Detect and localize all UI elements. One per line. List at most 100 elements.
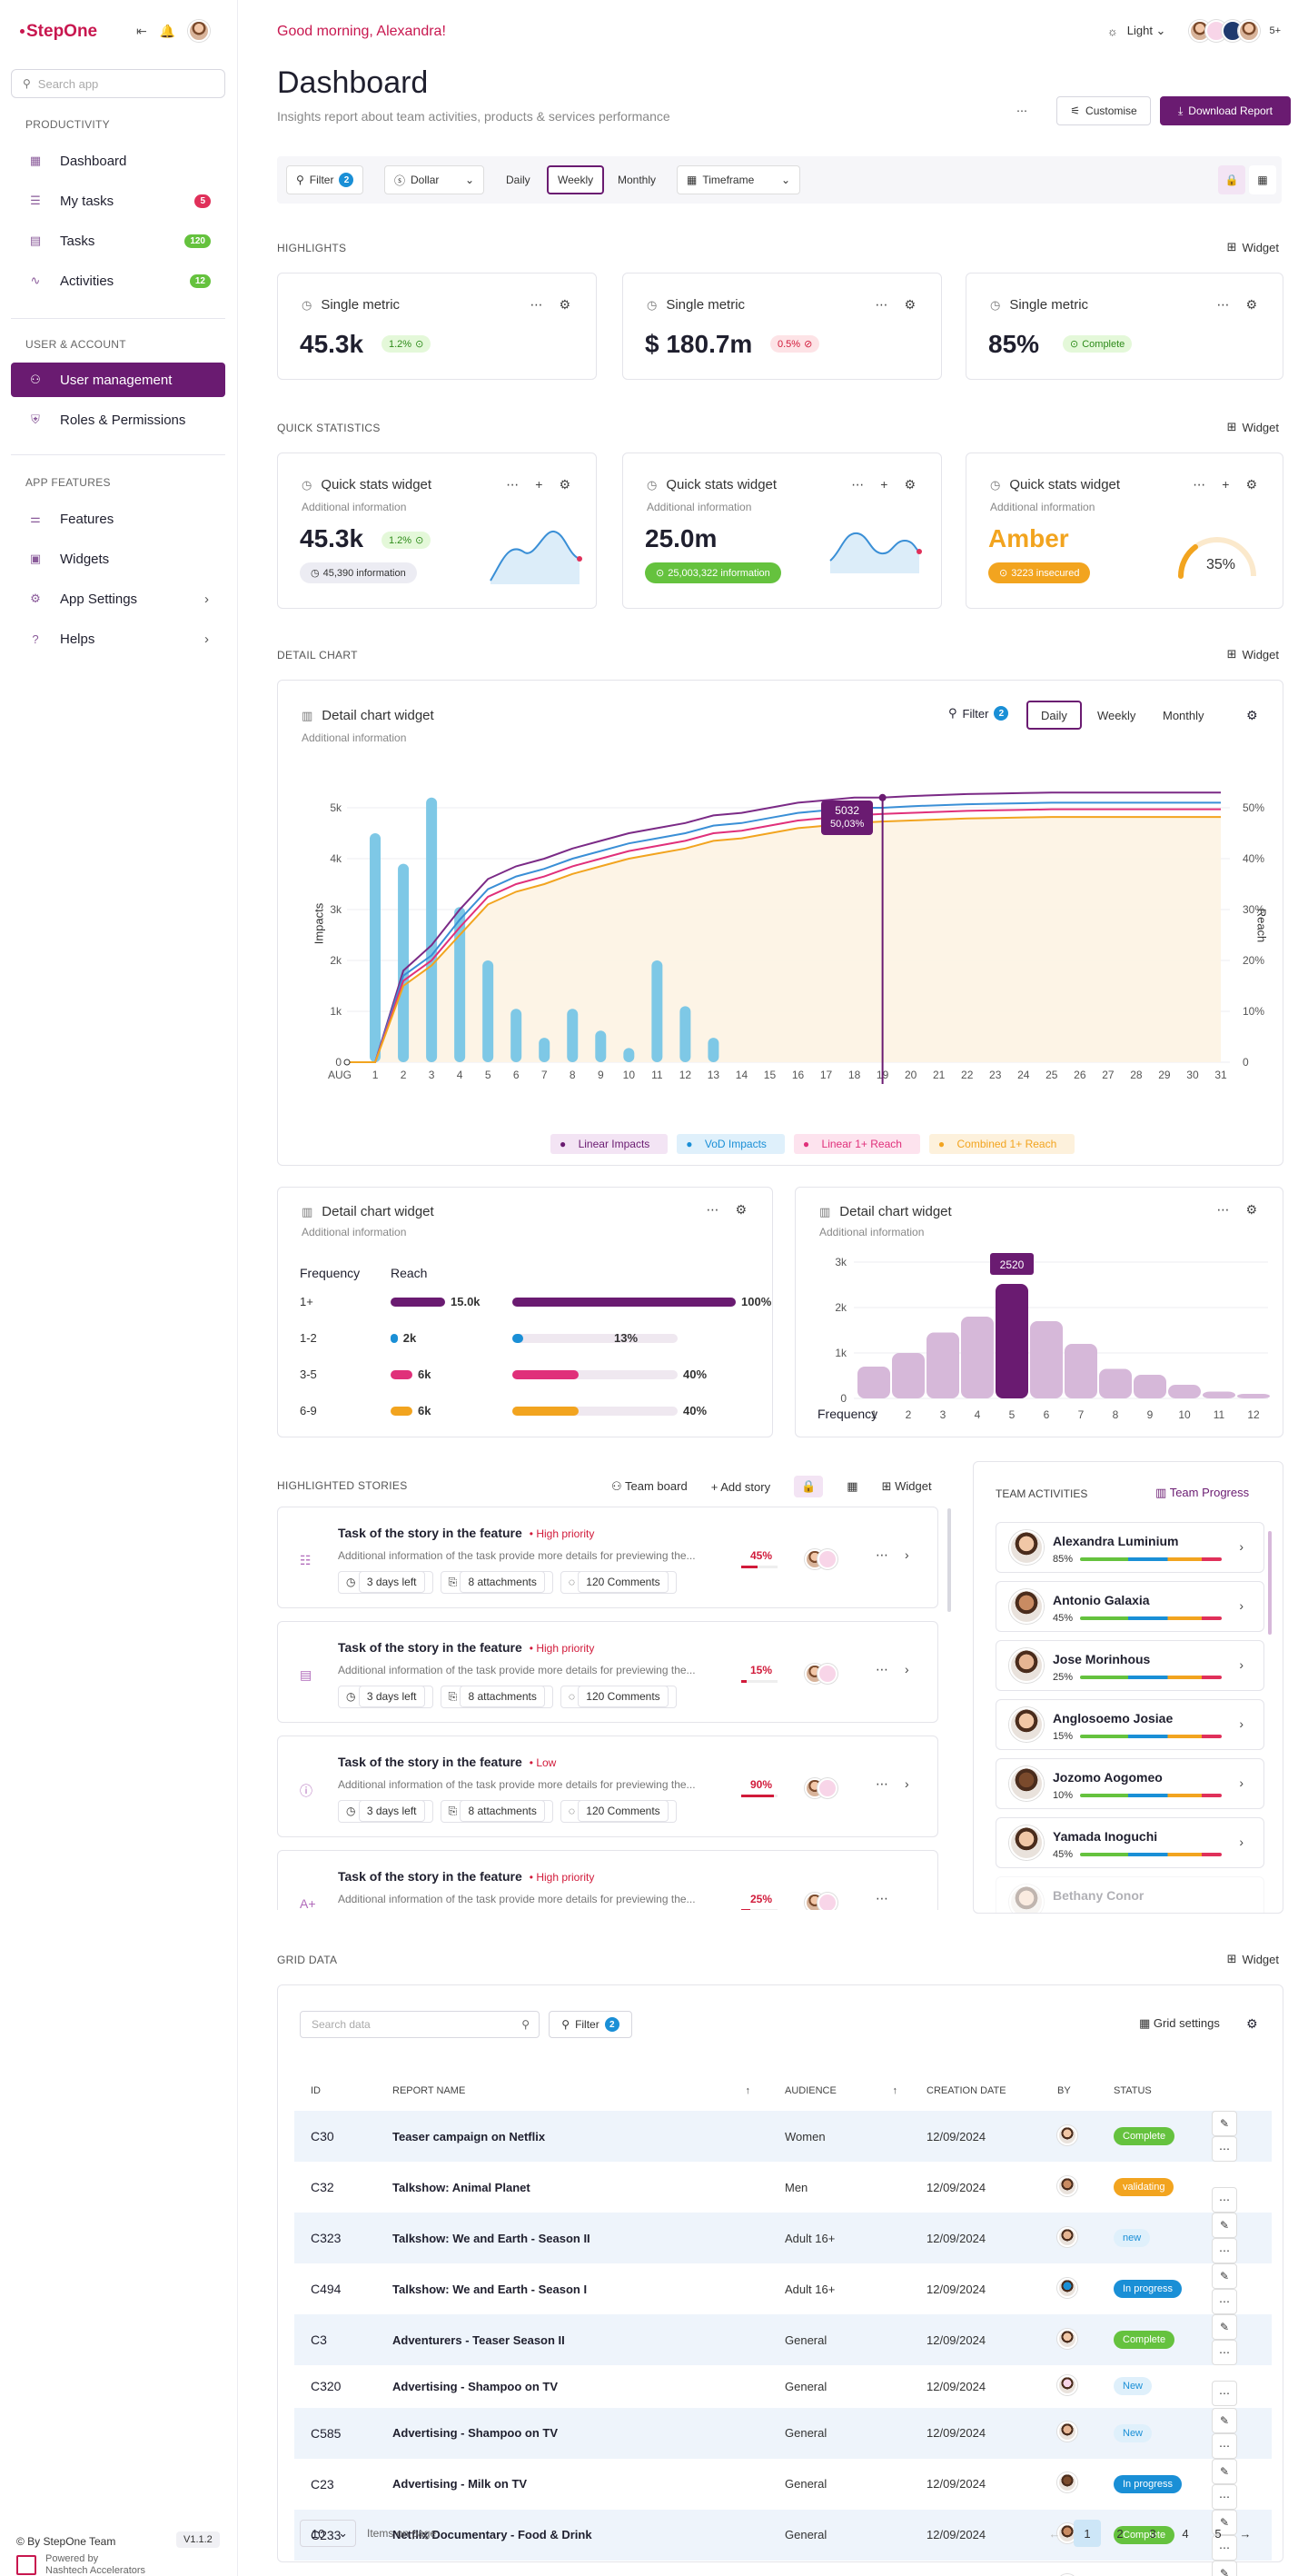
add-widget-link[interactable]: ⊞ Widget [1227, 420, 1279, 434]
story-avatars[interactable] [805, 1778, 837, 1801]
chevron-right-icon[interactable]: › [1239, 1835, 1244, 1849]
grid-settings-button[interactable]: ▦ Grid settings [1139, 2016, 1220, 2031]
table-row[interactable]: C30 Teaser campaign on Netflix Women 12/09/… [294, 2111, 1272, 2162]
legend-item[interactable]: ● Combined 1+ Reach [928, 1134, 1075, 1154]
gear-icon[interactable]: ⚙ [1245, 297, 1257, 313]
table-row[interactable]: C320 Advertising - Shampoo on TV General 12… [294, 2365, 1272, 2408]
more-button[interactable]: ⋯ [1212, 2289, 1237, 2314]
team-member-card[interactable]: Anglosoemo Josiae 15% › [996, 1699, 1264, 1750]
avatar[interactable] [1057, 2226, 1077, 2247]
sort-icon[interactable]: ↑ [893, 2085, 898, 2096]
chevron-right-icon[interactable]: › [905, 1662, 909, 1676]
add-widget-link[interactable]: ⊞ Widget [1227, 1952, 1279, 1966]
edit-button[interactable]: ✎ [1212, 2263, 1237, 2289]
comments[interactable]: ◌ 120 Comments [560, 1686, 677, 1708]
more-icon[interactable]: ⋯ [506, 477, 519, 492]
gear-icon[interactable]: ⚙ [559, 297, 570, 313]
period-daily[interactable]: Daily [497, 165, 540, 194]
sort-icon[interactable]: ↑ [746, 2085, 751, 2096]
more-icon[interactable]: ⋯ [530, 297, 542, 313]
lock-view-button[interactable]: 🔒 [794, 1476, 824, 1497]
add-widget-link[interactable]: ⊞ Widget [882, 1479, 932, 1494]
table-row[interactable]: C585 Advertising - Shampoo on TV General 12… [294, 2407, 1272, 2459]
gear-icon[interactable]: ⚙ [904, 297, 916, 313]
page-button-1[interactable]: 1 [1074, 2520, 1101, 2547]
more-button[interactable]: ⋯ [1009, 98, 1035, 124]
avatar[interactable] [1057, 2374, 1077, 2395]
grid-search-input[interactable]: Search data ⚲ [300, 2011, 540, 2038]
more-icon[interactable]: ⋯ [1216, 297, 1229, 313]
chevron-right-icon[interactable]: › [1239, 1716, 1244, 1731]
sidebar-item-my-tasks[interactable]: ☰ My tasks 5 [11, 184, 225, 218]
plus-icon[interactable]: + [1222, 477, 1229, 492]
grid-filter-button[interactable]: ⚲ Filter 2 [549, 2011, 632, 2038]
avatar[interactable] [1057, 2124, 1077, 2145]
edit-button[interactable]: ✎ [1212, 2560, 1237, 2576]
more-icon[interactable]: ⋯ [876, 1547, 888, 1563]
sidebar-search-input[interactable]: ⚲ Search app [11, 69, 225, 98]
gear-icon[interactable]: ⚙ [559, 477, 570, 492]
more-icon[interactable]: ⋯ [876, 1891, 888, 1906]
period-monthly[interactable]: Monthly [609, 165, 665, 194]
avatar-more-count[interactable]: 5+ [1269, 25, 1281, 36]
more-icon[interactable]: ⋯ [876, 1776, 888, 1792]
avatar[interactable] [1057, 2277, 1077, 2298]
story-card[interactable]: ▤ Task of the story in the feature • High… [277, 1621, 938, 1723]
more-button[interactable]: ⋯ [1212, 2340, 1237, 2365]
column-header-report-name[interactable]: REPORT NAME ↑ [376, 2071, 768, 2111]
user-avatar[interactable] [188, 20, 211, 42]
story-card[interactable]: A+ Task of the story in the feature • Hig… [277, 1850, 938, 1910]
more-button[interactable]: ⋯ [1212, 2432, 1237, 2459]
sidebar-item-app-settings[interactable]: ⚙ App Settings › [11, 582, 225, 616]
team-progress-link[interactable]: ▥ Team Progress [1155, 1486, 1249, 1500]
period-weekly[interactable]: Weekly [547, 165, 605, 194]
sidebar-item-tasks[interactable]: ▤ Tasks 120 [11, 224, 225, 258]
page-button-2[interactable]: 2 [1106, 2520, 1134, 2547]
edit-button[interactable]: ✎ [1212, 2111, 1237, 2136]
grid-view-button[interactable]: ▦ [1249, 165, 1276, 194]
team-member-card[interactable]: Yamada Inoguchi 45% › [996, 1817, 1264, 1868]
avatar[interactable] [1057, 2175, 1077, 2196]
attachments[interactable]: ⎘ 8 attachments [440, 1571, 553, 1594]
team-member-card[interactable]: Alexandra Luminium 85% › [996, 1522, 1264, 1573]
story-avatars[interactable] [805, 1549, 837, 1572]
more-icon[interactable]: ⋯ [876, 1662, 888, 1677]
avatar[interactable] [1057, 2328, 1077, 2349]
timeframe-select[interactable]: ▦ Timeframe ⌄ [677, 165, 800, 194]
more-icon[interactable]: ⋯ [1216, 1202, 1229, 1218]
column-header-status[interactable]: STATUS [1097, 2071, 1195, 2111]
sidebar-item-dashboard[interactable]: ▦ Dashboard [11, 144, 225, 178]
chevron-right-icon[interactable]: › [1239, 1657, 1244, 1672]
chevron-right-icon[interactable]: › [1239, 1775, 1244, 1790]
theme-select[interactable]: Light ⌄ [1127, 24, 1166, 38]
attachments[interactable]: ⎘ 8 attachments [440, 1800, 553, 1823]
team-board-button[interactable]: ⚇ Team board [611, 1479, 688, 1494]
column-header-id[interactable]: ID [294, 2071, 376, 2111]
chevron-right-icon[interactable]: › [905, 1547, 909, 1562]
legend-item[interactable]: ● VoD Impacts [677, 1134, 785, 1154]
story-card[interactable]: ⓘ Task of the story in the feature • Low … [277, 1736, 938, 1837]
gear-icon[interactable]: ⚙ [1245, 1202, 1257, 1218]
sidebar-item-user-management[interactable]: ⚇ User management [11, 363, 225, 397]
next-page-button[interactable]: → [1232, 2520, 1259, 2547]
comments[interactable]: ◌ 120 Comments [560, 1800, 677, 1823]
page-size-select[interactable]: 10 ⌄ [300, 2520, 356, 2547]
table-row[interactable]: C3 Adventurers - Teaser Season II General 1… [294, 2314, 1272, 2365]
bell-icon[interactable]: 🔔 [160, 24, 175, 39]
lock-view-button[interactable]: 🔒 [1218, 165, 1245, 194]
column-header-creation-date[interactable]: CREATION DATE [910, 2071, 1041, 2111]
page-button-3[interactable]: 3 [1139, 2520, 1166, 2547]
more-icon[interactable]: ⋯ [1193, 477, 1205, 492]
sidebar-item-roles[interactable]: ⛨ Roles & Permissions [11, 403, 225, 437]
collapse-icon[interactable]: ⇤ [136, 24, 147, 39]
chevron-right-icon[interactable]: › [905, 1776, 909, 1791]
page-button-4[interactable]: 4 [1172, 2520, 1199, 2547]
team-member-card[interactable]: Jozomo Aogomeo 10% › [996, 1758, 1264, 1809]
story-card[interactable]: ☷ Task of the story in the feature • High… [277, 1507, 938, 1608]
add-widget-link[interactable]: ⊞ Widget [1227, 647, 1279, 661]
sidebar-item-helps[interactable]: ? Helps › [11, 622, 225, 656]
team-member-card[interactable]: Bethany Conor [996, 1876, 1264, 1913]
prev-page-button[interactable]: ← [1041, 2520, 1068, 2547]
attachments[interactable]: ⎘ 8 attachments [440, 1686, 553, 1708]
chevron-right-icon[interactable]: › [1239, 1539, 1244, 1554]
